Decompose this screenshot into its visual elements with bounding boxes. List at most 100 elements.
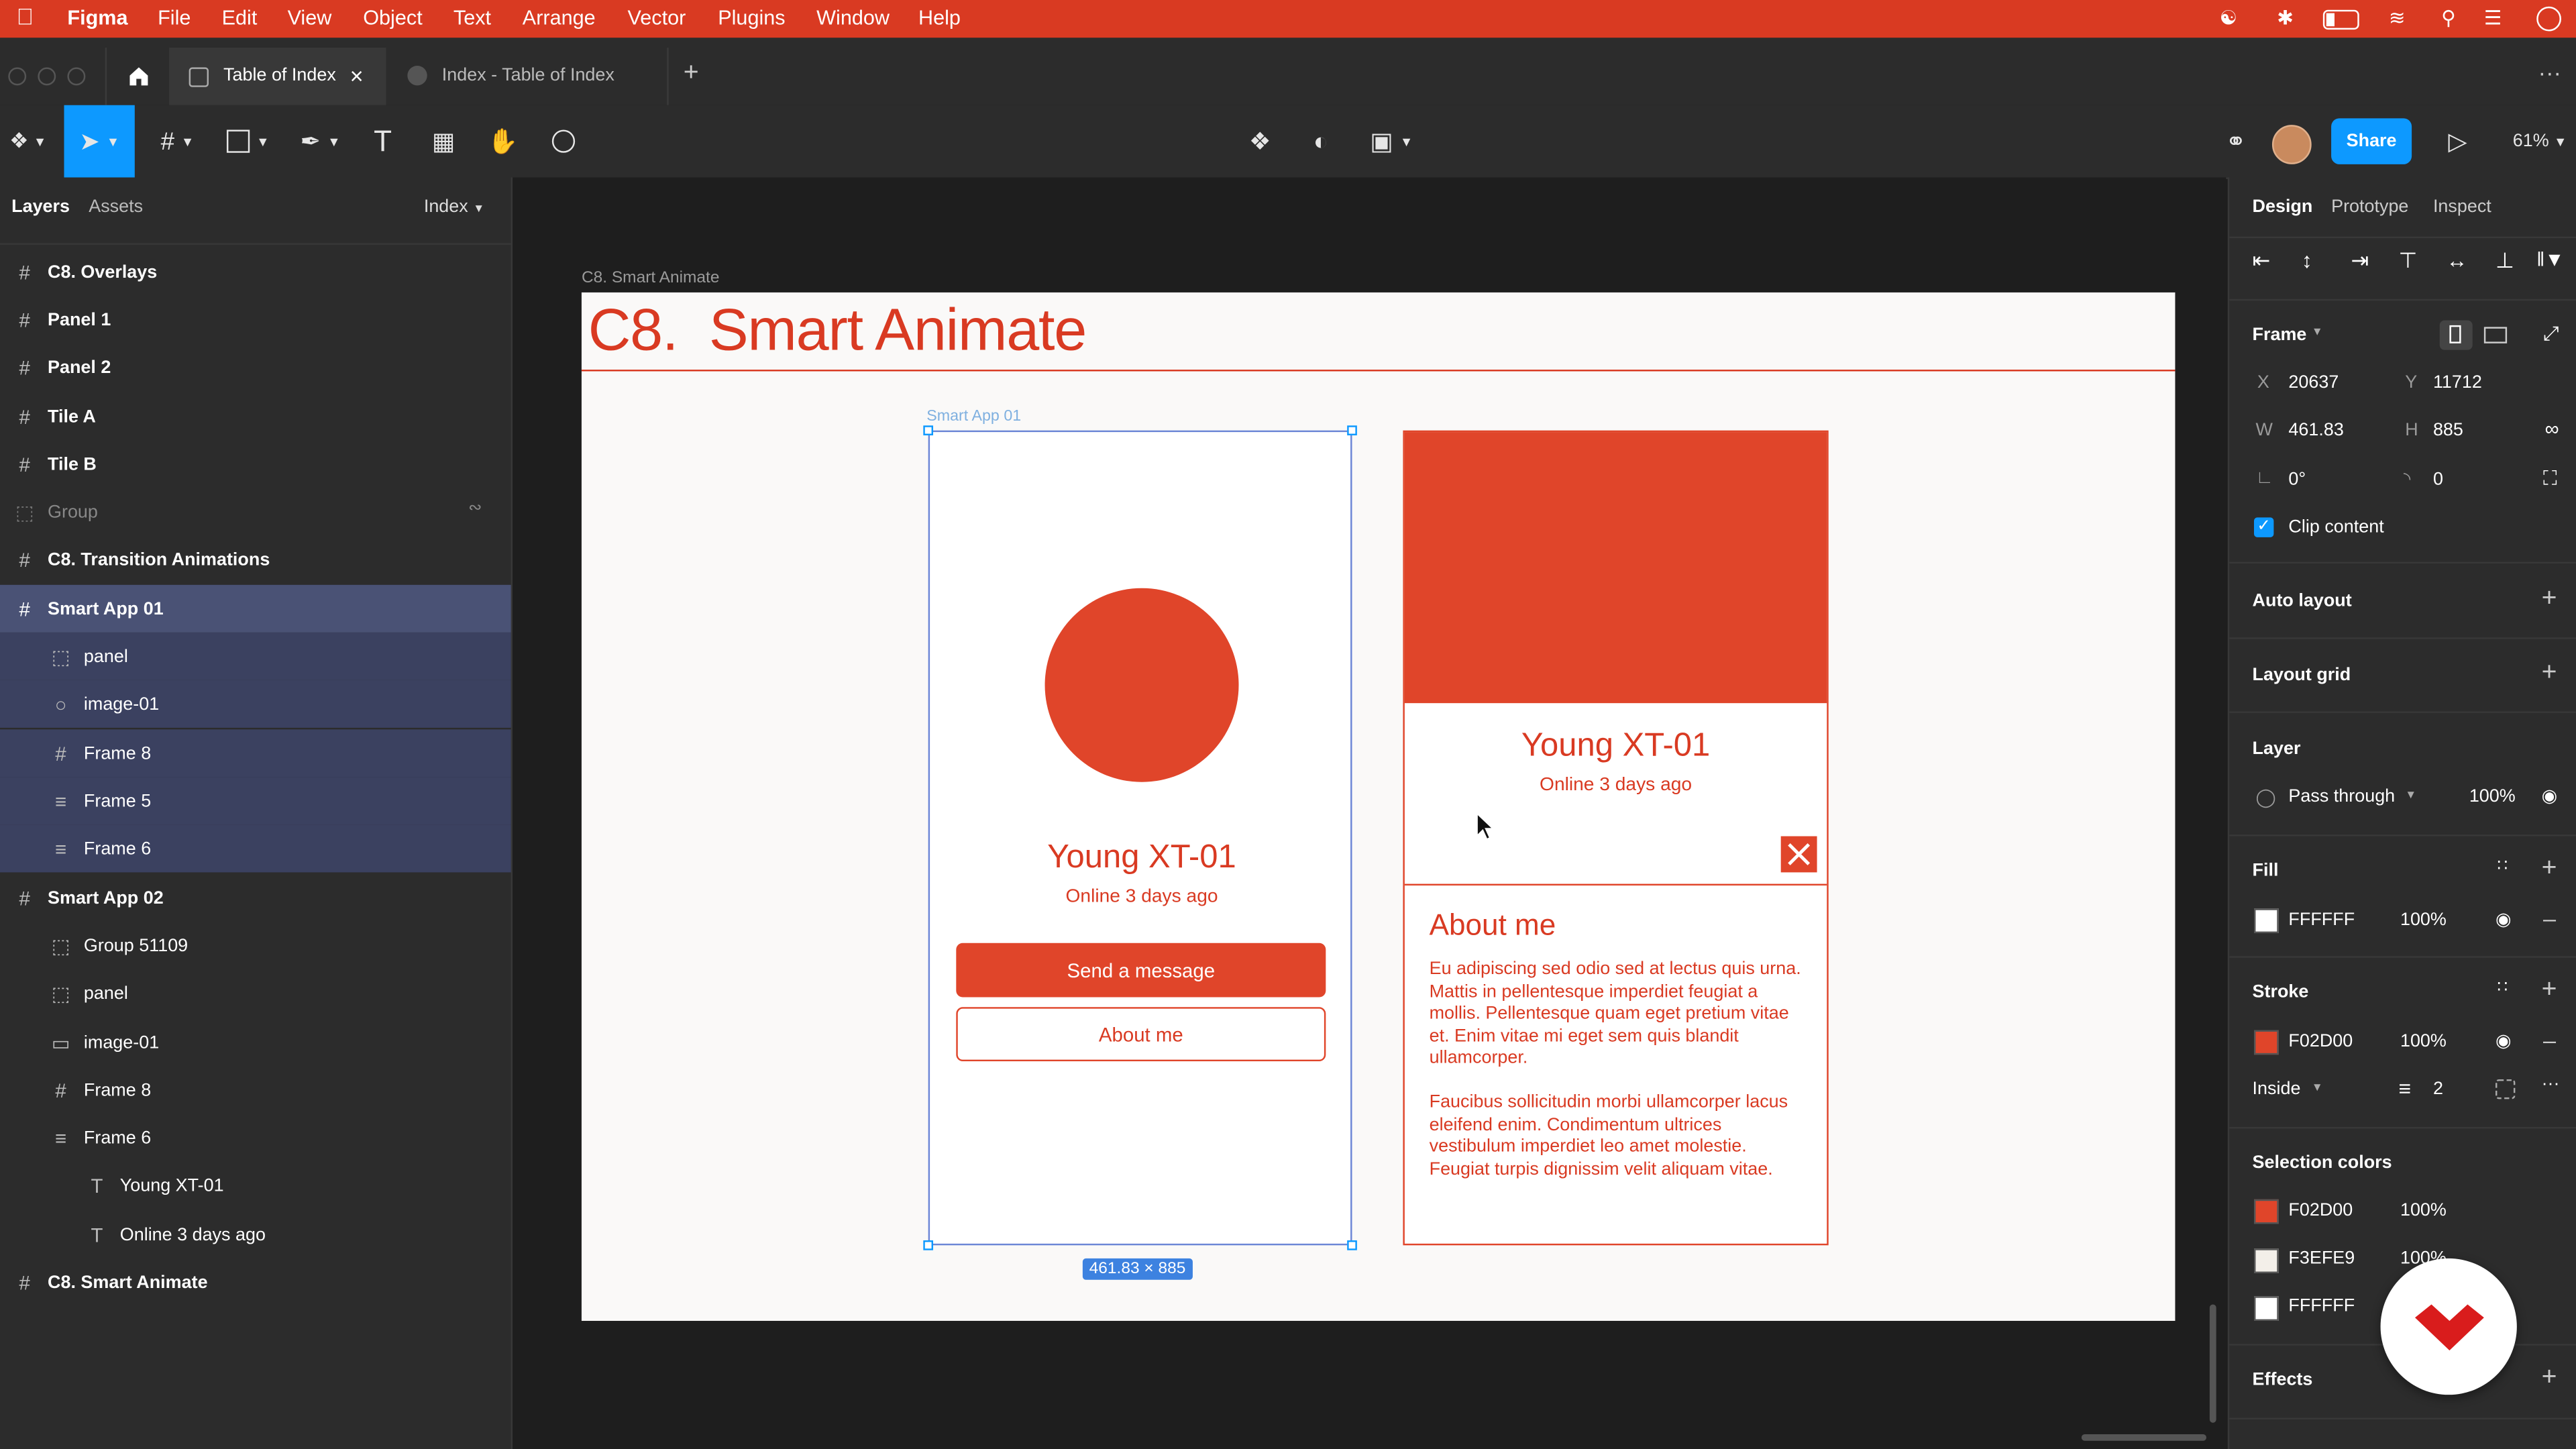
about-me-button[interactable]: About me xyxy=(956,1007,1326,1062)
layer-row[interactable]: # C8. Transition Animations xyxy=(0,535,511,583)
layer-row[interactable]: # Panel 2 xyxy=(0,343,511,391)
selection-color-hex[interactable]: FFFFFF xyxy=(2288,1296,2355,1316)
layer-row[interactable]: # Smart App 02 xyxy=(0,874,511,922)
menu-plugins[interactable]: Plugins xyxy=(718,7,785,30)
shape-tool-button[interactable]: ▼ xyxy=(222,118,274,164)
width-input[interactable]: 461.83 xyxy=(2288,421,2343,440)
control-center-icon[interactable]: ☰ xyxy=(2484,7,2502,30)
add-auto-layout-button[interactable]: + xyxy=(2542,585,2557,614)
frame-section-label[interactable]: Frame xyxy=(2253,325,2307,345)
stroke-hex-input[interactable]: F02D00 xyxy=(2288,1032,2353,1051)
smart-app-02-frame[interactable]: Young XT-01 Online 3 days ago About me E… xyxy=(1403,430,1829,1246)
canvas[interactable]: C8. Smart Animate C8. Smart Animate Smar… xyxy=(513,177,2226,1449)
spotlight-search-icon[interactable]: ⚲ xyxy=(2441,7,2456,30)
stroke-color-swatch[interactable] xyxy=(2254,1030,2279,1055)
align-right-icon[interactable]: ⇥ xyxy=(2351,248,2369,274)
siri-icon[interactable] xyxy=(2536,6,2561,32)
selection-color-swatch[interactable] xyxy=(2254,1248,2279,1273)
text-tool-button[interactable]: T xyxy=(365,118,401,164)
selection-color-opacity[interactable]: 100% xyxy=(2400,1201,2447,1220)
resources-button[interactable]: ▦ xyxy=(424,118,464,164)
resize-handle[interactable] xyxy=(1347,1240,1357,1250)
window-close-button[interactable] xyxy=(8,67,27,86)
align-horizontal-center-icon[interactable]: ↕ xyxy=(2302,248,2312,273)
layer-row[interactable]: ▭ image-01 xyxy=(0,1018,511,1066)
main-menu-button[interactable]: ❖ ▼ xyxy=(3,118,52,164)
resize-to-fit-icon[interactable]: ⤢ xyxy=(2543,322,2559,347)
bluetooth-icon[interactable]: ✱ xyxy=(2277,7,2294,30)
audio-chat-button[interactable]: ⚭ xyxy=(2216,118,2256,164)
layer-row[interactable]: T Online 3 days ago xyxy=(0,1211,511,1258)
horizontal-scrollbar[interactable] xyxy=(2081,1434,2206,1441)
distribute-icon[interactable]: ‖▼ xyxy=(2536,248,2564,271)
layer-row[interactable]: ○ image-01 xyxy=(0,680,511,728)
layer-opacity-input[interactable]: 100% xyxy=(2469,787,2516,806)
tab-layers[interactable]: Layers xyxy=(11,197,70,217)
landscape-icon[interactable] xyxy=(2483,327,2508,343)
tab-table-of-index[interactable]: Table of Index × xyxy=(169,48,386,105)
align-top-icon[interactable]: ⊤ xyxy=(2399,248,2418,274)
resize-handle[interactable] xyxy=(1347,425,1357,435)
creative-cloud-icon[interactable]: ☯ xyxy=(2220,7,2237,30)
layer-row[interactable]: # Panel 1 xyxy=(0,296,511,343)
independent-corners-icon[interactable]: ⛶ xyxy=(2543,467,2557,492)
layer-row[interactable]: ⬚ Group ∾ xyxy=(0,488,511,535)
constrain-proportions-icon[interactable]: ∞ xyxy=(2544,417,2559,440)
comment-tool-button[interactable] xyxy=(544,118,584,164)
pen-tool-button[interactable]: ✒ ▼ xyxy=(294,118,346,164)
resize-handle[interactable] xyxy=(923,425,934,435)
add-layout-grid-button[interactable]: + xyxy=(2542,659,2557,688)
close-tab-icon[interactable]: × xyxy=(350,62,364,89)
move-tool-button[interactable]: ➤ ▼ xyxy=(64,105,135,178)
menu-app-name[interactable]: Figma xyxy=(67,7,127,30)
share-button[interactable]: Share xyxy=(2331,118,2412,164)
smart-animate-frame[interactable]: C8. Smart Animate Smart App 01 Young XT-… xyxy=(581,292,2176,1321)
blend-mode-dropdown[interactable]: Pass through xyxy=(2288,787,2395,806)
tab-inspect[interactable]: Inspect xyxy=(2433,197,2491,217)
height-input[interactable]: 885 xyxy=(2433,421,2463,440)
layer-row[interactable]: ⬚ Group 51109 xyxy=(0,922,511,969)
fill-hex-input[interactable]: FFFFFF xyxy=(2288,910,2355,930)
selection-color-swatch[interactable] xyxy=(2254,1199,2279,1224)
stroke-visibility-eye-icon[interactable]: ◉ xyxy=(2496,1030,2512,1051)
x-input[interactable]: 20637 xyxy=(2288,373,2339,392)
clip-content-checkbox[interactable]: ✓ xyxy=(2254,517,2274,537)
page-selector[interactable]: Index ▼ xyxy=(424,197,484,217)
create-component-button[interactable]: ❖ xyxy=(1240,118,1280,164)
menu-file[interactable]: File xyxy=(158,7,191,30)
add-fill-button[interactable]: + xyxy=(2542,854,2557,883)
hand-tool-button[interactable]: ✋ xyxy=(483,118,523,164)
menu-text[interactable]: Text xyxy=(453,7,491,30)
vertical-scrollbar[interactable] xyxy=(2209,1304,2216,1423)
layer-row[interactable]: # C8. Overlays xyxy=(0,248,511,296)
menu-arrange[interactable]: Arrange xyxy=(523,7,596,30)
tab-prototype[interactable]: Prototype xyxy=(2331,197,2408,217)
window-minimize-button[interactable] xyxy=(38,67,56,86)
frame-label[interactable]: C8. Smart Animate xyxy=(582,270,720,288)
fill-color-swatch[interactable] xyxy=(2254,908,2279,934)
battery-icon[interactable] xyxy=(2322,9,2359,30)
layer-row-selected[interactable]: # Smart App 01 xyxy=(0,584,511,633)
fill-styles-icon[interactable]: ∷ xyxy=(2497,857,2508,875)
visibility-eye-icon[interactable]: ◉ xyxy=(2542,786,2558,806)
smart-app-01-frame[interactable]: Young XT-01 Online 3 days ago Send a mes… xyxy=(928,430,1352,1246)
y-input[interactable]: 11712 xyxy=(2433,373,2482,392)
fill-visibility-eye-icon[interactable]: ◉ xyxy=(2496,908,2512,930)
corner-radius-input[interactable]: 0 xyxy=(2433,470,2443,489)
boolean-ops-button[interactable]: ▣ ▼ xyxy=(1364,118,1419,164)
apple-icon[interactable]:  xyxy=(16,3,34,30)
menu-edit[interactable]: Edit xyxy=(222,7,258,30)
stroke-more-options-icon[interactable]: ··· xyxy=(2542,1075,2560,1094)
menu-vector[interactable]: Vector xyxy=(628,7,686,30)
portrait-orientation-button[interactable] xyxy=(2439,320,2473,350)
selection-color-hex[interactable]: F02D00 xyxy=(2288,1201,2353,1220)
fill-opacity-input[interactable]: 100% xyxy=(2400,910,2447,930)
layer-row[interactable]: ≡ Frame 6 xyxy=(0,1114,511,1161)
stroke-styles-icon[interactable]: ∷ xyxy=(2497,979,2508,998)
stroke-position-dropdown[interactable]: Inside xyxy=(2253,1079,2301,1099)
add-stroke-button[interactable]: + xyxy=(2542,976,2557,1006)
layer-row[interactable]: ≡ Frame 6 xyxy=(0,824,511,873)
home-button[interactable] xyxy=(105,48,171,105)
frame-tool-button[interactable]: # ▼ xyxy=(151,118,203,164)
layer-row[interactable]: ≡ Frame 5 xyxy=(0,777,511,825)
